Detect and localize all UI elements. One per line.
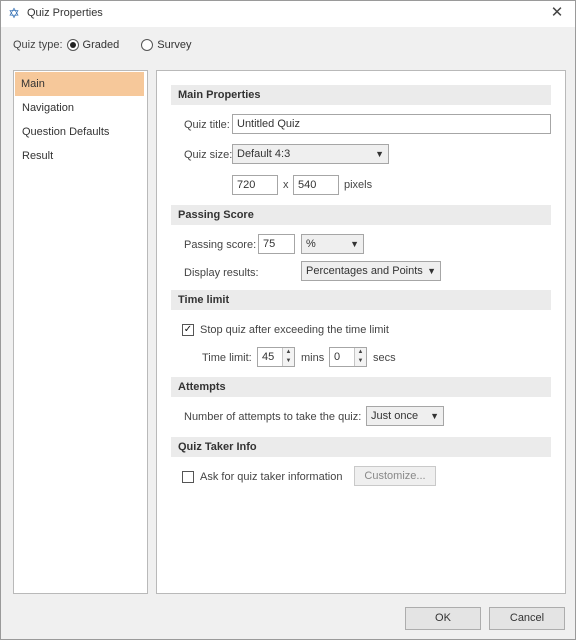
main-panel: Main Properties Quiz title: Untitled Qui… [156,70,566,594]
close-icon[interactable]: ✕ [549,4,565,22]
sidebar-item-navigation[interactable]: Navigation [14,96,147,120]
radio-graded-indicator[interactable] [66,39,79,51]
chevron-down-icon: ▼ [375,149,384,159]
ok-button[interactable]: OK [405,607,481,630]
score-unit-value: % [306,238,316,250]
customize-button[interactable]: Customize... [354,466,436,486]
main-properties-header: Main Properties [171,85,551,105]
minutes-stepper[interactable]: 45 ▲ ▼ [257,347,295,367]
title-bar: ✡ Quiz Properties ✕ [1,1,575,27]
radio-survey-indicator[interactable] [141,39,154,51]
quiz-size-value: Default 4:3 [237,148,291,160]
seconds-stepper[interactable]: 0 ▲ ▼ [329,347,367,367]
display-results-value: Percentages and Points [306,265,423,277]
secs-label: secs [373,352,396,364]
sidebar: Main Navigation Question Defaults Result [13,70,148,594]
sidebar-item-question-defaults[interactable]: Question Defaults [14,120,147,144]
radio-survey-label: Survey [157,39,192,51]
chevron-down-icon: ▼ [430,411,439,421]
pixels-label: pixels [344,179,373,191]
radio-graded[interactable]: Graded [66,39,120,51]
display-results-label: Display results: [184,267,259,279]
display-results-select[interactable]: Percentages and Points ▼ [301,261,441,281]
quiz-size-label: Quiz size: [184,149,233,161]
attempts-label: Number of attempts to take the quiz: [184,411,362,423]
star-of-david-icon: ✡ [8,5,20,21]
attempts-header: Attempts [171,377,551,397]
spinner-arrows-icon[interactable]: ▲ ▼ [354,348,366,366]
minutes-value: 45 [262,351,275,363]
quiz-type-row: Quiz type: Graded Survey [13,38,213,52]
window-title: Quiz Properties [27,7,103,19]
ask-taker-info-label: Ask for quiz taker information [200,471,343,483]
width-input[interactable]: 720 [232,175,278,195]
quiz-properties-dialog: ✡ Quiz Properties ✕ Quiz type: Graded Su… [0,0,576,640]
chevron-down-icon: ▼ [427,266,436,276]
passing-score-label: Passing score: [184,239,257,251]
sidebar-item-main[interactable]: Main [15,72,144,96]
cancel-button[interactable]: Cancel [489,607,565,630]
ask-taker-info-checkbox[interactable] [182,471,194,483]
passing-score-input[interactable]: 75 [258,234,295,254]
quiz-title-label: Quiz title: [184,119,230,131]
sidebar-item-result[interactable]: Result [14,144,147,168]
passing-score-header: Passing Score [171,205,551,225]
time-limit-header: Time limit [171,290,551,310]
quiz-taker-info-header: Quiz Taker Info [171,437,551,457]
spinner-arrows-icon[interactable]: ▲ ▼ [282,348,294,366]
radio-graded-label: Graded [82,39,120,51]
quiz-type-label: Quiz type: [13,39,63,51]
stop-quiz-checkbox[interactable]: ✓ [182,324,194,336]
height-input[interactable]: 540 [293,175,339,195]
radio-survey[interactable]: Survey [141,39,191,51]
time-limit-label: Time limit: [202,352,252,364]
quiz-size-select[interactable]: Default 4:3 ▼ [232,144,389,164]
stop-quiz-label: Stop quiz after exceeding the time limit [200,324,389,336]
seconds-value: 0 [334,351,341,363]
times-sign: x [283,179,289,191]
chevron-down-icon: ▼ [350,239,359,249]
attempts-select[interactable]: Just once ▼ [366,406,444,426]
mins-label: mins [301,352,325,364]
score-unit-select[interactable]: % ▼ [301,234,364,254]
attempts-value: Just once [371,410,419,422]
quiz-title-input[interactable]: Untitled Quiz [232,114,551,134]
